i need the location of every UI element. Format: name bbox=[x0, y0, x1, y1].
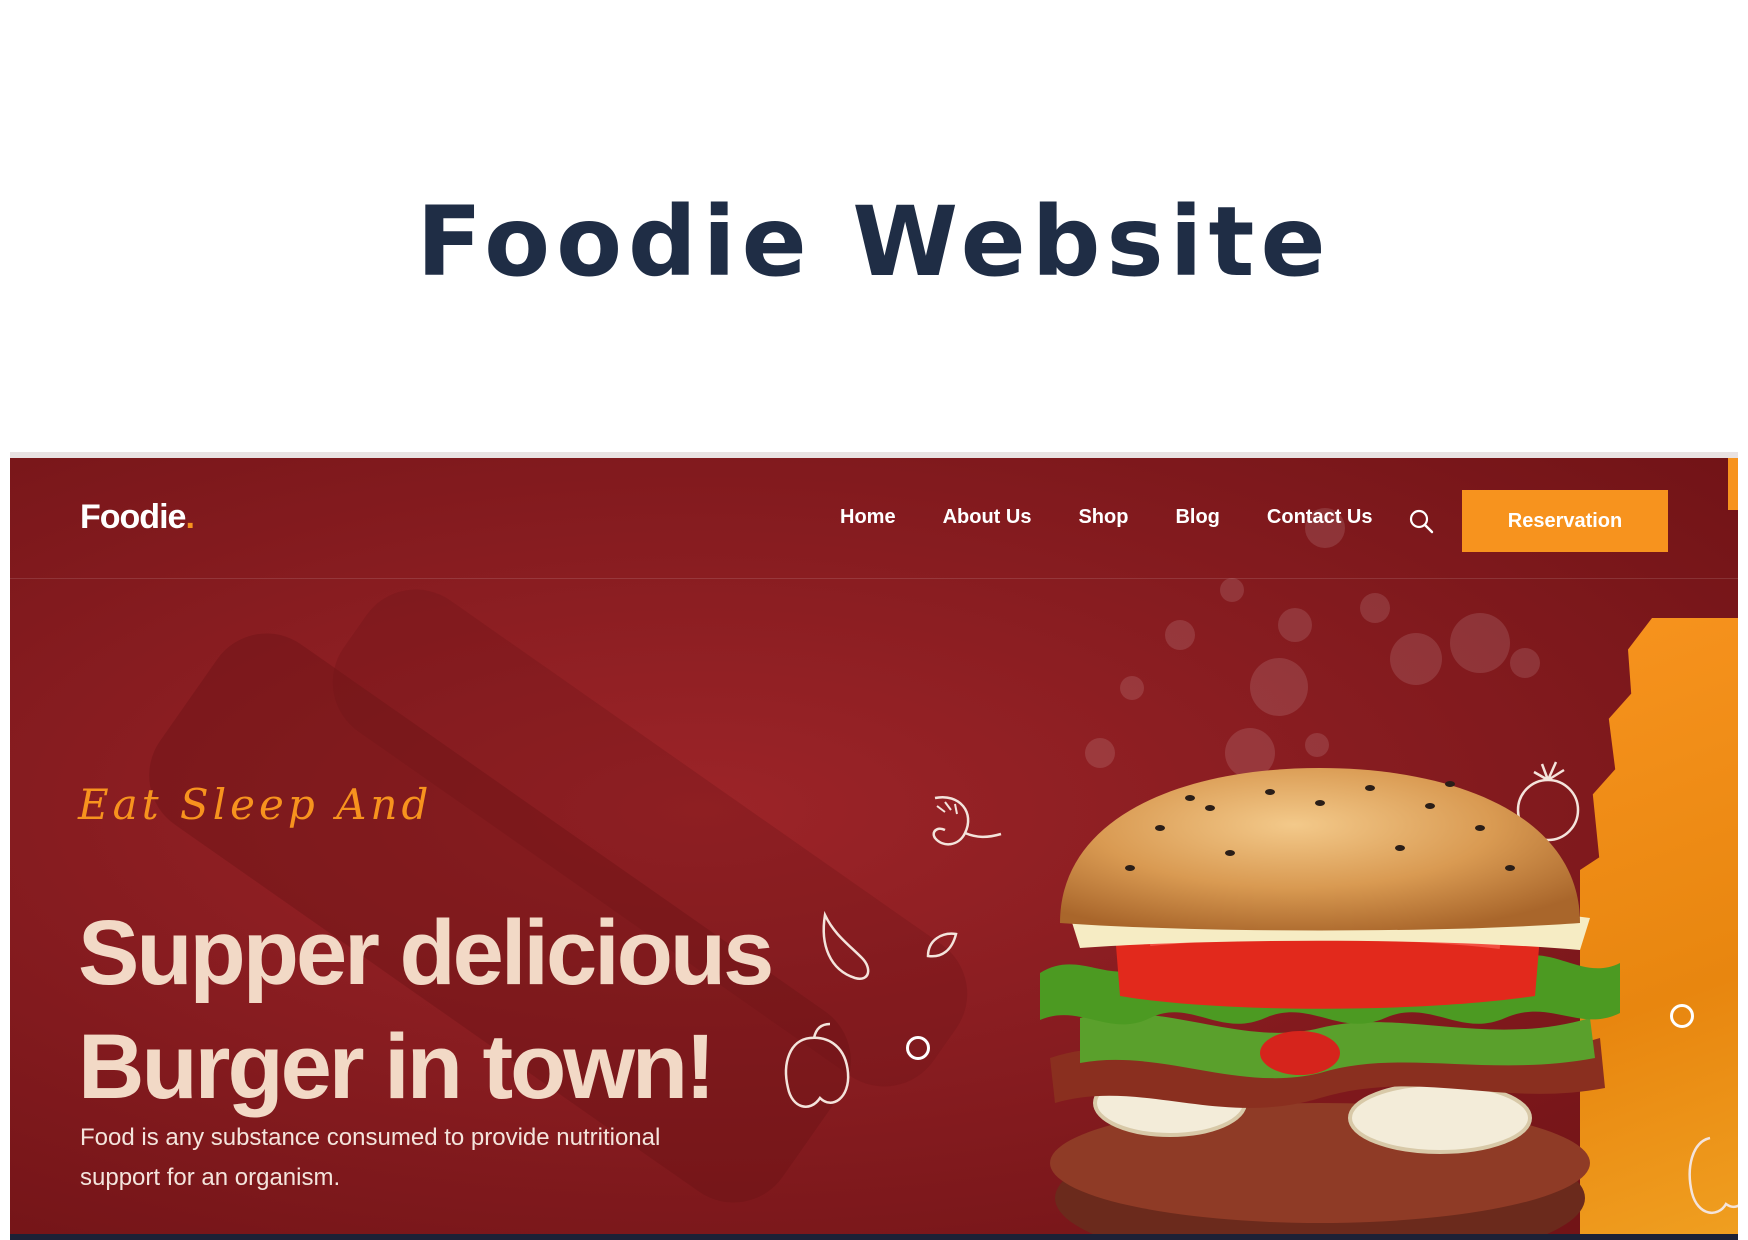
website-screenshot: Foodie. Home About Us Shop Blog Contact … bbox=[10, 452, 1738, 1240]
pepper-doodle-icon bbox=[1688, 1136, 1738, 1214]
reservation-button[interactable]: Reservation bbox=[1462, 490, 1668, 552]
bokeh-dot bbox=[1220, 578, 1244, 602]
hero-headline-line-2: Burger in town! bbox=[78, 1016, 716, 1118]
shrimp-doodle-icon bbox=[932, 795, 1002, 846]
page-title: Foodie Website bbox=[416, 186, 1332, 298]
nav-link-home[interactable]: Home bbox=[840, 506, 896, 529]
ring-decoration bbox=[1670, 1004, 1694, 1028]
nav-link-shop[interactable]: Shop bbox=[1078, 506, 1128, 529]
search-icon[interactable] bbox=[1408, 508, 1434, 534]
nav-link-blog[interactable]: Blog bbox=[1175, 506, 1219, 529]
bokeh-dot bbox=[1305, 733, 1329, 757]
hero-headline-line-1: Supper delicious bbox=[78, 902, 774, 1004]
hero-description: Food is any substance consumed to provid… bbox=[80, 1124, 661, 1191]
bokeh-dot bbox=[1510, 648, 1540, 678]
nav-link-about-us[interactable]: About Us bbox=[943, 506, 1032, 529]
bokeh-dot bbox=[1278, 608, 1312, 642]
ring-decoration bbox=[906, 1036, 930, 1060]
bottom-edge-bar bbox=[10, 1234, 1738, 1240]
nav-link-contact-us[interactable]: Contact Us bbox=[1267, 506, 1373, 529]
bokeh-dot bbox=[1450, 613, 1510, 673]
site-logo[interactable]: Foodie. bbox=[80, 498, 195, 537]
logo-text: Foodie bbox=[80, 498, 186, 536]
nav-links: Home About Us Shop Blog Contact Us bbox=[840, 506, 1372, 529]
leaf-doodle-icon bbox=[926, 932, 958, 958]
burger-image bbox=[1040, 768, 1620, 1240]
bokeh-dot bbox=[1120, 676, 1144, 700]
bokeh-dot bbox=[1165, 620, 1195, 650]
bokeh-dot bbox=[1390, 633, 1442, 685]
bokeh-dot bbox=[1360, 593, 1390, 623]
page: Foodie Website Foodie. Home About Us Sho… bbox=[0, 0, 1748, 1240]
hero-tagline: Eat Sleep And bbox=[78, 780, 433, 829]
logo-dot: . bbox=[185, 498, 195, 536]
hero-headline: Supper delicious Burger in town! bbox=[78, 896, 898, 1124]
scroll-indicator bbox=[1728, 458, 1738, 510]
top-navbar: Foodie. Home About Us Shop Blog Contact … bbox=[10, 458, 1738, 579]
bokeh-dot bbox=[1250, 658, 1308, 716]
